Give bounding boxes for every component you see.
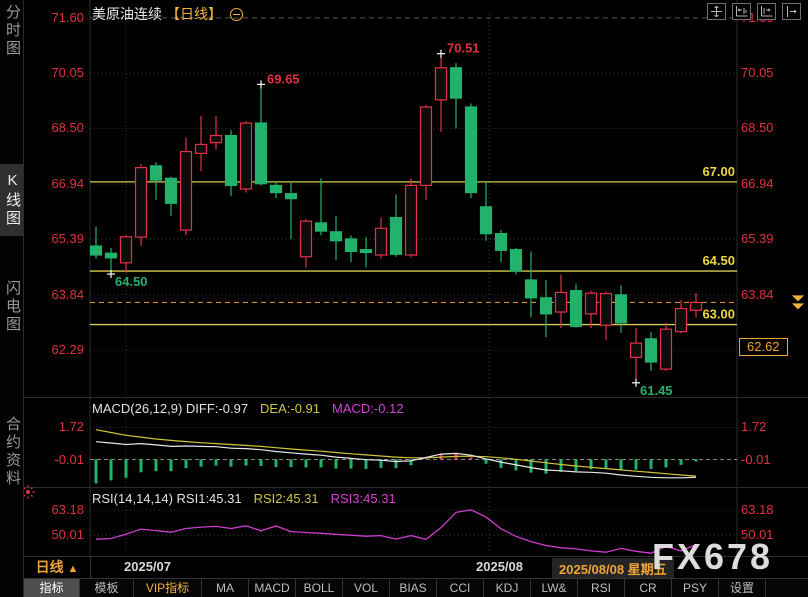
chevron-up-icon: ▲ bbox=[68, 563, 79, 575]
svg-text:70.51: 70.51 bbox=[447, 41, 480, 56]
toolbar-item-cci[interactable]: CCI bbox=[437, 579, 484, 597]
axis-date-selected: 2025/08/08 星期五 bbox=[552, 558, 674, 579]
rsi3-value: RSI3:45.31 bbox=[331, 491, 396, 506]
macd-dea-value: DEA:-0.91 bbox=[260, 401, 320, 416]
toolbar-item-kdj[interactable]: KDJ bbox=[484, 579, 531, 597]
move-crosshair-icon[interactable] bbox=[707, 3, 726, 20]
toolbar-item-bias[interactable]: BIAS bbox=[390, 579, 437, 597]
sidebar-tab-kline-chart[interactable]: K线图 bbox=[0, 164, 23, 236]
rsi2-value: RSI2:45.31 bbox=[254, 491, 319, 506]
toolbar-item-ma[interactable]: MA bbox=[202, 579, 249, 597]
toolbar-item-settings[interactable]: 设置 bbox=[719, 579, 766, 597]
rsi-params-rsi1: RSI(14,14,14) RSI1:45.31 bbox=[92, 491, 242, 506]
svg-text:63.00: 63.00 bbox=[702, 307, 735, 322]
toolbar-item-macd[interactable]: MACD bbox=[249, 579, 296, 597]
left-sidebar: 分时图 K线图 闪电图 合约资料 bbox=[0, 0, 24, 597]
chart-titlebar: 美原油连续 【日线】 bbox=[92, 4, 243, 24]
price-tag-6262: 62.62 bbox=[739, 338, 788, 356]
toolbar-item-lwr[interactable]: LW& bbox=[531, 579, 578, 597]
period-tag: 【日线】 bbox=[166, 4, 222, 24]
axis-date-august: 2025/08 bbox=[476, 559, 523, 574]
period-selector[interactable]: 日线 ▲ bbox=[24, 557, 91, 578]
rsi-header: RSI(14,14,14) RSI1:45.31 RSI2:45.31 RSI3… bbox=[92, 491, 396, 506]
macd-params-diff: MACD(26,12,9) DIFF:-0.97 bbox=[92, 401, 248, 416]
toolbar-item-psy[interactable]: PSY bbox=[672, 579, 719, 597]
sidebar-tab-contract-info[interactable]: 合约资料 bbox=[0, 416, 23, 488]
macd-header: MACD(26,12,9) DIFF:-0.97 DEA:-0.91 MACD:… bbox=[92, 401, 404, 416]
toolbar-item-rsi[interactable]: RSI bbox=[578, 579, 625, 597]
svg-text:64.50: 64.50 bbox=[702, 253, 735, 268]
svg-text:69.65: 69.65 bbox=[267, 71, 300, 86]
indicator-toolbar: 指标 模板 VIP指标 MA MACD BOLL VOL BIAS CCI KD… bbox=[24, 578, 808, 597]
toolbar-item-template[interactable]: 模板 bbox=[80, 579, 134, 597]
date-axis: 日线 ▲ 2025/07 2025/08 2025/08/08 星期五 bbox=[24, 556, 808, 579]
symbol-title: 美原油连续 bbox=[92, 4, 162, 24]
fit-right-axis-icon[interactable] bbox=[757, 3, 776, 20]
sidebar-tab-time-chart[interactable]: 分时图 bbox=[0, 4, 23, 58]
chart-tool-buttons bbox=[707, 3, 801, 20]
period-label: 日线 bbox=[36, 559, 64, 575]
svg-text:64.50: 64.50 bbox=[115, 274, 148, 289]
fit-left-axis-icon[interactable] bbox=[732, 3, 751, 20]
toolbar-item-boll[interactable]: BOLL bbox=[296, 579, 343, 597]
macd-hist-value: MACD:-0.12 bbox=[332, 401, 404, 416]
chart-canvas[interactable]: 67.00 64.50 63.00 64.50 69.65 70.51 61.45 bbox=[0, 0, 808, 597]
svg-text:61.45: 61.45 bbox=[640, 383, 673, 398]
toolbar-item-vol[interactable]: VOL bbox=[343, 579, 390, 597]
collapse-icon[interactable] bbox=[230, 8, 243, 21]
axis-date-july: 2025/07 bbox=[124, 559, 171, 574]
sidebar-tab-flash-chart[interactable]: 闪电图 bbox=[0, 280, 23, 334]
toolbar-item-cr[interactable]: CR bbox=[625, 579, 672, 597]
svg-text:67.00: 67.00 bbox=[702, 164, 735, 179]
goto-latest-icon[interactable] bbox=[782, 3, 801, 20]
app-window: 67.0064.5063.0064.5069.6570.5161.45 71.6… bbox=[0, 0, 808, 597]
toolbar-item-indicator[interactable]: 指标 bbox=[24, 579, 80, 597]
toolbar-item-vip-indicator[interactable]: VIP指标 bbox=[134, 579, 202, 597]
